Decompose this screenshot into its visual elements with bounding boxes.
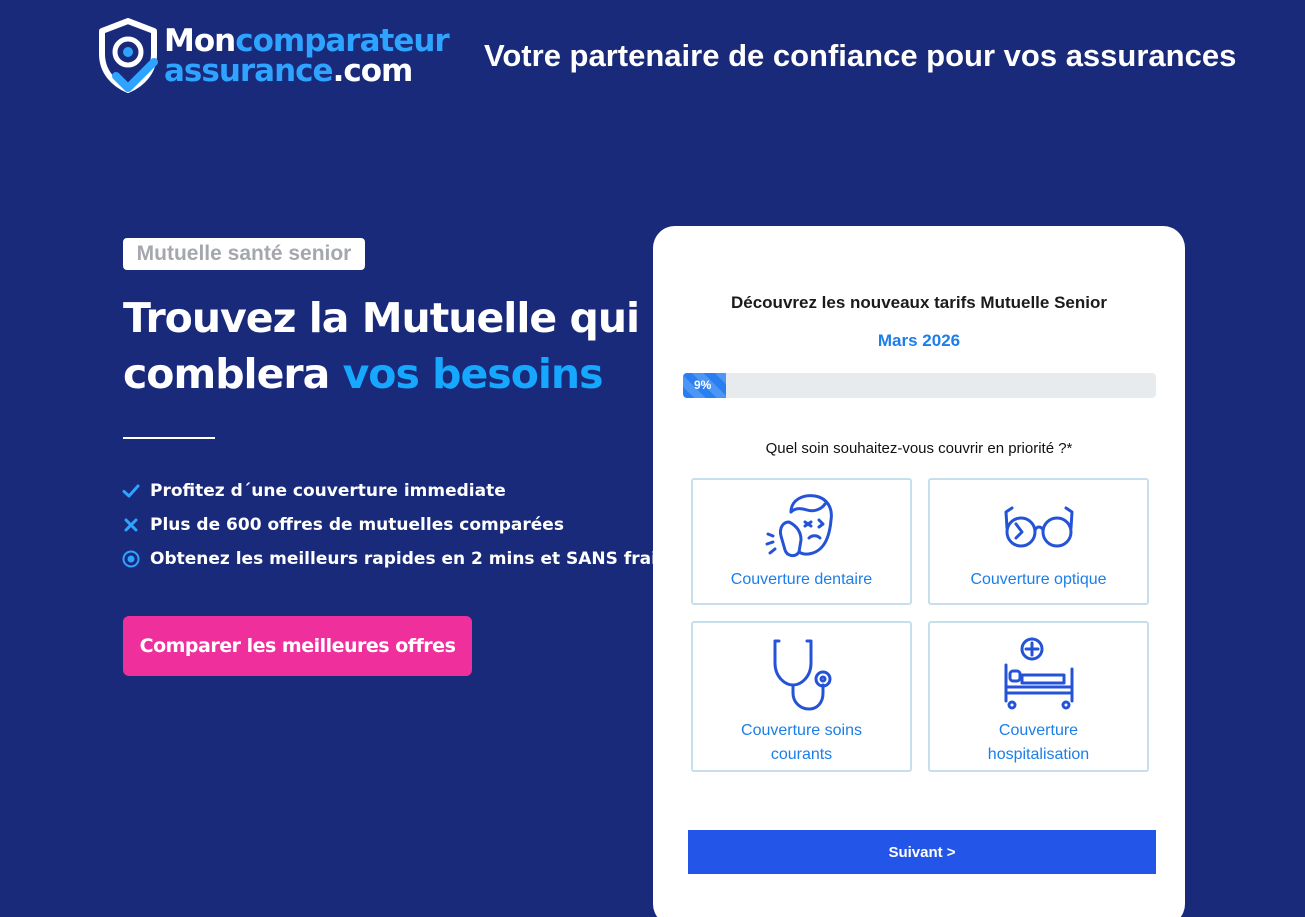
option-optical[interactable]: Couverture optique [928,478,1149,605]
feature-list: Profitez d´une couverture immediate Plus… [122,474,667,576]
cross-icon [124,518,138,532]
option-hospitalization[interactable]: Couverture hospitalisation [928,621,1149,772]
feature-item: Obtenez les meilleurs rapides en 2 mins … [122,542,667,576]
compare-offers-button[interactable]: Comparer les meilleures offres [123,616,472,676]
feature-item: Plus de 600 offres de mutuelles comparée… [122,508,667,542]
glasses-icon [1004,506,1073,548]
check-icon [122,484,140,498]
radio-dot-icon [122,550,140,568]
feature-item: Profitez d´une couverture immediate [122,474,667,508]
form-question: Quel soin souhaitez-vous couvrir en prio… [765,440,1073,457]
headline-accent: vos besoins [342,350,604,398]
site-logo[interactable]: Moncomparateur assurance.com [96,18,450,94]
toothache-face-icon [765,494,833,558]
form-date: Mars 2026 [877,331,961,350]
divider [123,437,215,439]
category-badge: Mutuelle santé senior [123,238,365,270]
option-label: Couverture optique [970,571,1107,588]
stethoscope-icon [773,639,831,711]
next-button[interactable]: Suivant > [688,830,1156,874]
progress-fill: 9% [683,373,726,398]
logo-text-assurance: assurance [164,53,334,89]
logo-text-com: .com [332,53,414,89]
form-title: Découvrez les nouveaux tarifs Mutuelle S… [730,293,1107,312]
header-tagline: Votre partenaire de confiance pour vos a… [484,38,1237,73]
option-dental[interactable]: Couverture dentaire [691,478,912,605]
logo-wordmark: Moncomparateur assurance.com [164,26,450,89]
shield-check-icon [99,18,158,93]
option-routine-care[interactable]: Couverture soins courants [691,621,912,772]
progress-bar: 9% [683,373,1156,398]
hero-headline: Trouvez la Mutuelle qui comblera vos bes… [123,290,643,402]
hospital-bed-icon [1004,637,1073,710]
feature-text: Plus de 600 offres de mutuelles comparée… [150,515,564,535]
quote-form-card: Découvrez les nouveaux tarifs Mutuelle S… [653,226,1185,917]
option-label: Couverture soins courants [741,722,862,763]
feature-text: Obtenez les meilleurs rapides en 2 mins … [150,549,668,569]
feature-text: Profitez d´une couverture immediate [150,481,506,501]
option-label: Couverture dentaire [730,571,873,588]
option-label: Couverture hospitalisation [987,722,1090,763]
